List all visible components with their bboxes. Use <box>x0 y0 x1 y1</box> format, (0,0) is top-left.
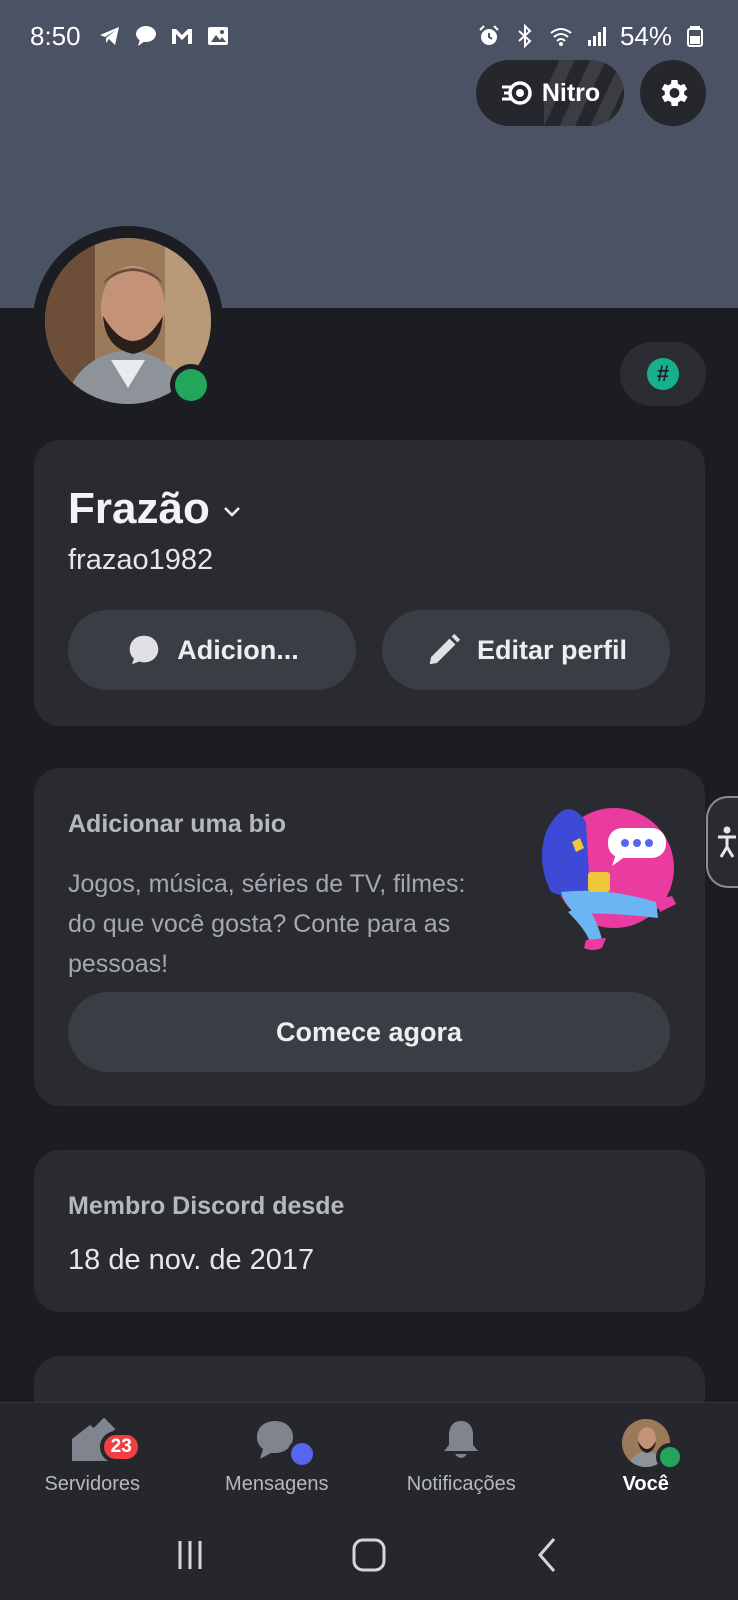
add-status-label: Adicion... <box>177 634 299 665</box>
nav-messages-label: Mensagens <box>225 1473 329 1495</box>
online-status-indicator <box>170 364 212 406</box>
badge-button[interactable]: # <box>620 342 706 406</box>
accessibility-handle[interactable] <box>706 796 738 888</box>
chat-bubble-icon <box>133 23 159 49</box>
gallery-icon <box>205 23 231 49</box>
chat-bubble-icon <box>130 635 159 665</box>
nav-notifications-label: Notificações <box>406 1473 516 1495</box>
battery-icon <box>682 23 708 49</box>
gear-icon <box>661 79 688 107</box>
messages-unread-dot <box>286 1439 317 1469</box>
nitro-button[interactable]: Nitro <box>476 60 624 126</box>
nav-notifications[interactable]: Notificações <box>369 1403 553 1511</box>
accessibility-icon <box>718 826 736 858</box>
gmail-icon <box>169 23 195 49</box>
status-time: 8:50 <box>30 20 81 51</box>
alarm-icon <box>476 23 502 49</box>
display-name-row[interactable]: Frazão <box>68 484 244 534</box>
bell-icon <box>444 1421 479 1458</box>
member-since-date: 18 de nov. de 2017 <box>68 1244 315 1276</box>
add-status-button[interactable]: Adicion... <box>68 610 356 690</box>
signal-icon <box>584 23 610 49</box>
pencil-icon <box>429 633 461 665</box>
hash-icon: # <box>647 358 679 390</box>
battery-percent: 54% <box>619 20 672 51</box>
nav-messages[interactable]: Mensagens <box>185 1403 369 1511</box>
back-icon[interactable] <box>528 1535 568 1575</box>
bluetooth-icon <box>512 23 538 49</box>
chevron-down-icon <box>223 507 240 517</box>
servers-badge: 23 <box>100 1431 143 1463</box>
system-navigation-bar <box>0 1510 738 1600</box>
home-icon[interactable] <box>349 1535 389 1575</box>
bio-illustration <box>542 808 676 950</box>
you-online-dot <box>655 1443 684 1471</box>
start-bio-label: Comece agora <box>275 1016 463 1047</box>
bio-description: Jogos, música, séries de TV, filmes: do … <box>68 870 466 978</box>
nav-you-label: Você <box>622 1473 669 1495</box>
edit-profile-button[interactable]: Editar perfil <box>382 610 670 690</box>
start-bio-button[interactable]: Comece agora <box>68 992 670 1072</box>
nav-servers[interactable]: 23 Servidores <box>0 1403 184 1511</box>
telegram-icon <box>97 23 123 49</box>
wifi-icon <box>548 23 574 49</box>
member-since-card: Membro Discord desde 18 de nov. de 2017 <box>34 1150 705 1312</box>
nav-servers-label: Servidores <box>44 1473 141 1495</box>
member-since-title: Membro Discord desde <box>68 1192 345 1220</box>
bottom-navigation: 23 Servidores Mensagens Notificações Voc… <box>0 1402 738 1510</box>
profile-card: Frazão frazao1982 Adicion... Editar perf… <box>34 440 705 726</box>
edit-profile-label: Editar perfil <box>476 634 628 665</box>
settings-button[interactable] <box>640 60 706 126</box>
recent-apps-icon[interactable] <box>170 1535 210 1575</box>
status-bar: 8:50 54% <box>0 0 738 72</box>
nitro-label: Nitro <box>541 78 601 107</box>
bio-card: Adicionar uma bio Jogos, música, séries … <box>34 768 705 1106</box>
username: frazao1982 <box>68 544 214 576</box>
display-name: Frazão <box>68 484 210 533</box>
bio-title: Adicionar uma bio <box>68 810 287 838</box>
nitro-icon <box>501 81 532 105</box>
nav-you[interactable]: Você <box>554 1403 738 1511</box>
